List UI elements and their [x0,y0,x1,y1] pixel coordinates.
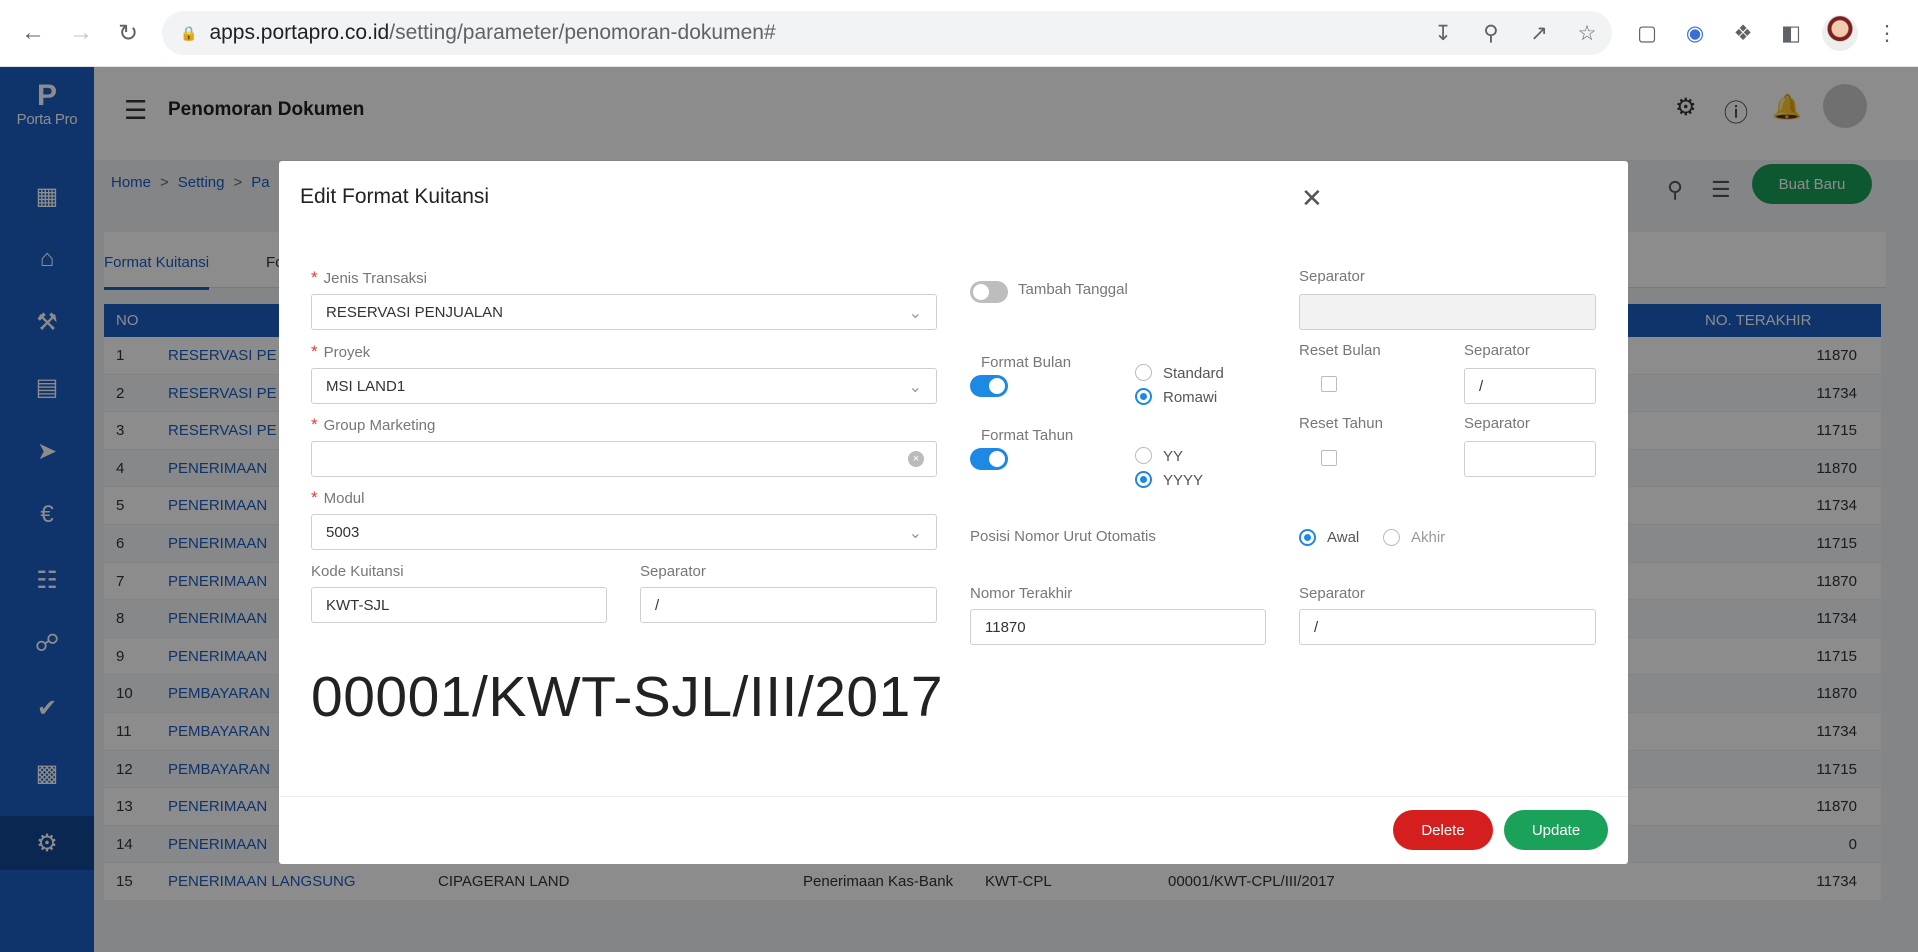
tambah-tanggal-label: Tambah Tanggal [1018,281,1128,298]
proyek-select[interactable]: MSI LAND1 ⌄ [311,368,937,404]
separator-tanggal-input [1299,294,1596,330]
extension-pocket-icon[interactable]: ▢ [1630,16,1664,50]
separator-tahun-input[interactable] [1464,441,1596,477]
separator-tahun-label: Separator [1464,415,1530,432]
nomor-terakhir-input[interactable]: 11870 [970,609,1266,645]
posisi-awal-radio[interactable] [1299,529,1316,546]
chevron-down-icon: ⌄ [908,305,922,322]
format-bulan-label: Format Bulan [981,354,1072,371]
tahun-yy-label: YY [1163,448,1184,465]
format-preview: 00001/KWT-SJL/III/2017 [311,665,944,729]
clear-icon[interactable]: × [908,451,924,467]
forward-icon[interactable]: → [64,16,98,50]
separator-bulan-input[interactable]: / [1464,368,1596,404]
chevron-down-icon: ⌄ [908,525,922,542]
separator-kode-input[interactable]: / [640,587,937,623]
edit-format-modal: Edit Format Kuitansi * Jenis Transaksi RE… [279,161,1628,864]
url-domain: apps.portapro.co.id [209,21,390,44]
tahun-yy-radio[interactable] [1135,447,1152,464]
back-icon[interactable]: ← [16,16,50,50]
share-icon[interactable]: ↗ [1522,16,1556,50]
separator-bulan-label: Separator [1464,342,1530,359]
format-bulan-toggle[interactable] [970,375,1008,397]
tahun-yyyy-label: YYYY [1163,472,1204,489]
format-tahun-toggle[interactable] [970,448,1008,470]
separator-kode-label: Separator [640,563,706,580]
bulan-romawi-label: Romawi [1163,389,1218,406]
proyek-label: * Proyek [311,342,371,361]
reset-tahun-checkbox[interactable] [1321,450,1337,466]
extension-shield-icon[interactable]: ◉ [1678,16,1712,50]
star-icon[interactable]: ☆ [1570,16,1604,50]
delete-button[interactable]: Delete [1393,810,1493,850]
close-icon[interactable]: ✕ [1301,183,1323,214]
lock-icon: 🔒 [180,24,198,41]
posisi-akhir-radio[interactable] [1383,529,1400,546]
reset-tahun-label: Reset Tahun [1299,415,1383,432]
zoom-icon[interactable]: ⚲ [1474,16,1508,50]
group-marketing-label: * Group Marketing [311,415,436,434]
tahun-yyyy-radio[interactable] [1135,471,1152,488]
chevron-down-icon: ⌄ [908,379,922,396]
reset-bulan-checkbox[interactable] [1321,376,1337,392]
posisi-nomor-label: Posisi Nomor Urut Otomatis [970,528,1156,545]
bulan-standard-radio[interactable] [1135,364,1152,381]
tambah-tanggal-toggle[interactable] [970,281,1008,303]
address-bar[interactable]: 🔒 apps.portapro.co.id /setting/parameter… [162,11,1612,55]
update-button[interactable]: Update [1504,810,1608,850]
jenis-transaksi-label: * Jenis Transaksi [311,268,427,287]
puzzle-icon[interactable]: ❖ [1726,16,1760,50]
browser-toolbar: ← → ↻ 🔒 apps.portapro.co.id /setting/par… [0,0,1918,67]
separator-nomor-input[interactable]: / [1299,609,1596,645]
kode-kuitansi-label: Kode Kuitansi [311,563,404,580]
bulan-standard-label: Standard [1163,365,1224,382]
separator-tanggal-label: Separator [1299,268,1365,285]
posisi-akhir-label: Akhir [1411,529,1446,546]
modal-footer-divider [279,796,1628,797]
separator-nomor-label: Separator [1299,585,1365,602]
modal-title: Edit Format Kuitansi [300,185,490,208]
kode-kuitansi-input[interactable]: KWT-SJL [311,587,607,623]
profile-avatar[interactable] [1822,15,1858,51]
group-marketing-select[interactable]: × [311,441,937,477]
jenis-transaksi-select[interactable]: RESERVASI PENJUALAN ⌄ [311,294,937,330]
sidepanel-icon[interactable]: ◧ [1774,16,1808,50]
url-path: /setting/parameter/penomoran-dokumen# [389,21,776,44]
bulan-romawi-radio[interactable] [1135,388,1152,405]
menu-kebab-icon[interactable]: ⋮ [1870,16,1904,50]
nomor-terakhir-label: Nomor Terakhir [970,585,1073,602]
install-icon[interactable]: ↧ [1426,16,1460,50]
format-tahun-label: Format Tahun [981,427,1074,444]
reload-icon[interactable]: ↻ [111,16,145,50]
modul-select[interactable]: 5003 ⌄ [311,514,937,550]
reset-bulan-label: Reset Bulan [1299,342,1381,359]
modul-label: * Modul [311,488,365,507]
posisi-awal-label: Awal [1327,529,1360,546]
